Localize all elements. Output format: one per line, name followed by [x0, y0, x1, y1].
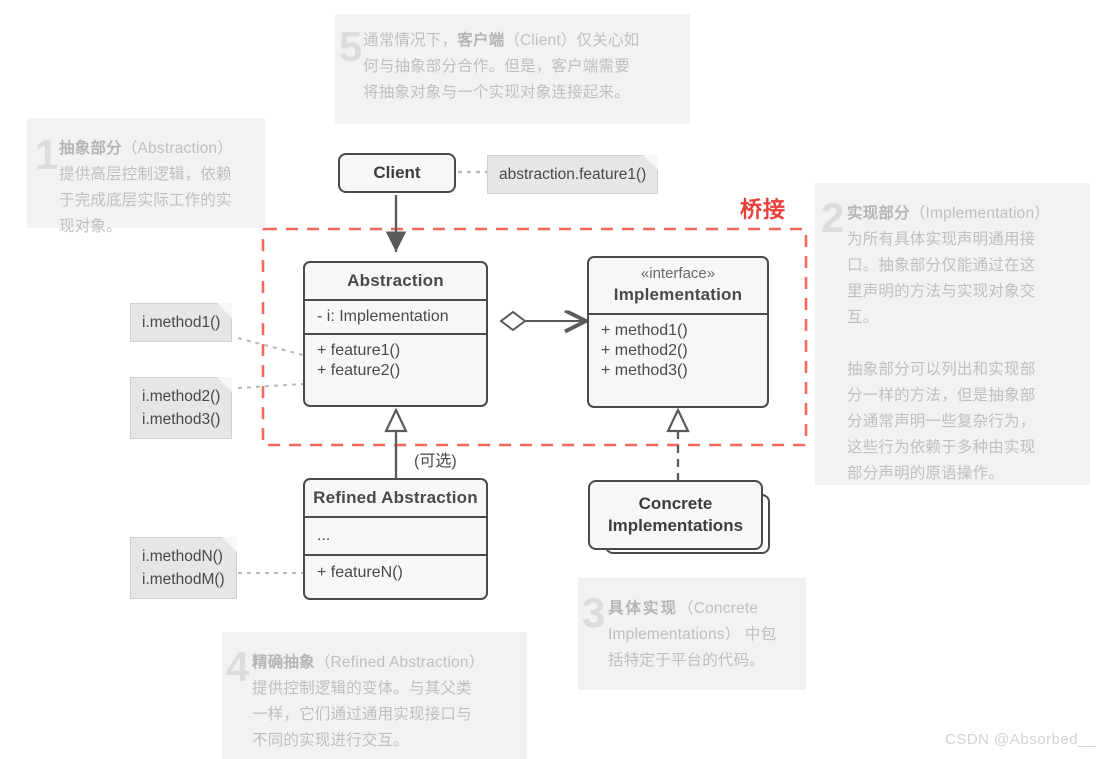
bridge-title-label: 桥接 — [740, 197, 787, 222]
class-client-label: Client — [373, 163, 421, 182]
annotation-3-title: 具体实现（Concrete — [608, 600, 759, 617]
annotation-2-line-5: 抽象部分可以列出和实现部 — [847, 361, 1036, 378]
memo-method1-text: i.method1() — [142, 314, 221, 331]
annotation-1-line-2: 于完成底层实际工作的实 — [59, 192, 232, 209]
annotation-4-line-3: 不同的实现进行交互。 — [252, 732, 410, 749]
class-implementation-title: Implementation — [613, 285, 743, 304]
annotation-4-title: 精确抽象（Refined Abstraction） — [252, 654, 485, 671]
annotation-2-line-1: 为所有具体实现声明通用接 — [847, 231, 1036, 248]
class-implementation-stereotype: «interface» — [640, 265, 716, 282]
class-abstraction-field-0: - i: Implementation — [317, 308, 449, 325]
annotation-1-number: 1 — [35, 131, 59, 178]
annotation-5-number: 5 — [339, 23, 363, 70]
class-abstraction-method-1: + feature2() — [317, 362, 401, 379]
annotation-5-line-2: 将抽象对象与一个实现对象连接起来。 — [363, 84, 630, 101]
watermark: CSDN @Absorbed__ — [945, 731, 1096, 748]
class-refined-abstraction-method-0: + featureN() — [317, 564, 403, 581]
annotation-1-line-3: 现对象。 — [59, 218, 122, 235]
memo-method23: i.method2() i.method3() — [130, 377, 233, 439]
annotation-4: 4 精确抽象（Refined Abstraction） 提供控制逻辑的变体。与其… — [222, 632, 527, 759]
class-refined-abstraction-divider-1: ... — [305, 516, 486, 554]
memo-fold-icon — [217, 377, 233, 392]
annotation-5-line-1: 何与抽象部分合作。但是，客户端需要 — [363, 58, 630, 75]
annotation-3-number: 3 — [582, 589, 606, 636]
annotation-2-line-7: 分通常声明一些复杂行为， — [847, 413, 1036, 430]
annotation-5: 5 通常情况下，客户端（Client）仅关心如 何与抽象部分合作。但是，客户端需… — [335, 14, 690, 124]
class-implementation-method-1: + method2() — [601, 342, 688, 359]
annotation-2-line-3: 里声明的方法与实现对象交 — [847, 283, 1036, 300]
memo-fold-icon — [643, 155, 659, 170]
annotation-2-number: 2 — [821, 194, 845, 241]
annotation-5-line-0: 通常情况下，客户端（Client）仅关心如 — [363, 32, 640, 49]
annotation-4-line-1: 提供控制逻辑的变体。与其父类 — [252, 680, 472, 697]
memo-fold-icon — [217, 303, 233, 318]
annotation-2-line-8: 这些行为依赖于多种由实现 — [847, 439, 1036, 456]
memo-client-call: abstraction.feature1() — [487, 155, 659, 194]
class-concrete-implementations-line-2: Implementations — [607, 516, 744, 535]
bridge-pattern-diagram: 5 通常情况下，客户端（Client）仅关心如 何与抽象部分合作。但是，客户端需… — [0, 0, 1104, 759]
annotation-1-line-1: 提供高层控制逻辑，依赖 — [59, 166, 232, 183]
annotation-4-line-2: 一样，它们通过通用实现接口与 — [252, 706, 472, 723]
memo-fold-icon — [221, 537, 237, 552]
memo-methodNM: i.methodN() i.methodM() — [130, 537, 237, 599]
class-refined-abstraction[interactable]: Refined Abstraction ... + featureN() — [303, 478, 488, 600]
annotation-2-line-9: 部分声明的原语操作。 — [847, 465, 1005, 482]
memo-client-call-text: abstraction.feature1() — [499, 166, 647, 183]
memo-method23-line-1: i.method2() — [142, 388, 221, 405]
class-refined-abstraction-title: Refined Abstraction — [313, 488, 478, 507]
class-implementation-method-0: + method1() — [601, 322, 688, 339]
class-implementation[interactable]: «interface» Implementation + method1() +… — [587, 256, 769, 408]
class-client[interactable]: Client — [338, 153, 456, 193]
annotation-4-number: 4 — [226, 643, 250, 690]
annotation-2-line-2: 口。抽象部分仅能通过在这 — [847, 257, 1036, 274]
annotation-1: 1 抽象部分（Abstraction） 提供高层控制逻辑，依赖 于完成底层实际工… — [27, 118, 265, 235]
class-abstraction-divider-2: + feature1() + feature2() — [305, 333, 486, 387]
memo-methodNM-line-1: i.methodN() — [142, 548, 223, 565]
class-abstraction-title: Abstraction — [347, 271, 444, 290]
optional-label: (可选) — [414, 453, 457, 470]
class-abstraction-divider-1: - i: Implementation — [305, 299, 486, 333]
annotation-2-line-6: 分一样的方法，但是抽象部 — [847, 387, 1036, 404]
annotation-3-line-1: Implementations） 中包 — [608, 626, 777, 643]
annotation-1-title: 抽象部分（Abstraction） — [59, 140, 233, 157]
memo-method1: i.method1() — [130, 303, 233, 342]
class-abstraction-method-0: + feature1() — [317, 342, 401, 359]
class-refined-abstraction-divider-2: + featureN() — [305, 554, 486, 590]
memo-method23-line-2: i.method3() — [142, 411, 221, 428]
class-concrete-implementations[interactable]: Concrete Implementations — [588, 480, 763, 550]
annotation-2: 2 实现部分（Implementation） 为所有具体实现声明通用接 口。抽象… — [815, 183, 1090, 485]
class-abstraction[interactable]: Abstraction - i: Implementation + featur… — [303, 261, 488, 407]
annotation-2-title: 实现部分（Implementation） — [847, 205, 1050, 222]
class-implementation-method-2: + method3() — [601, 362, 688, 379]
class-implementation-divider-1: + method1() + method2() + method3() — [589, 313, 767, 387]
annotation-2-line-4: 互。 — [847, 309, 879, 326]
class-refined-abstraction-field-0: ... — [317, 527, 331, 544]
class-concrete-implementations-line-1: Concrete — [638, 494, 713, 513]
memo-methodNM-line-2: i.methodM() — [142, 571, 225, 588]
annotation-3: 3 具体实现（Concrete Implementations） 中包 括特定于… — [578, 578, 806, 690]
annotation-3-line-2: 括特定于平台的代码。 — [608, 652, 766, 669]
